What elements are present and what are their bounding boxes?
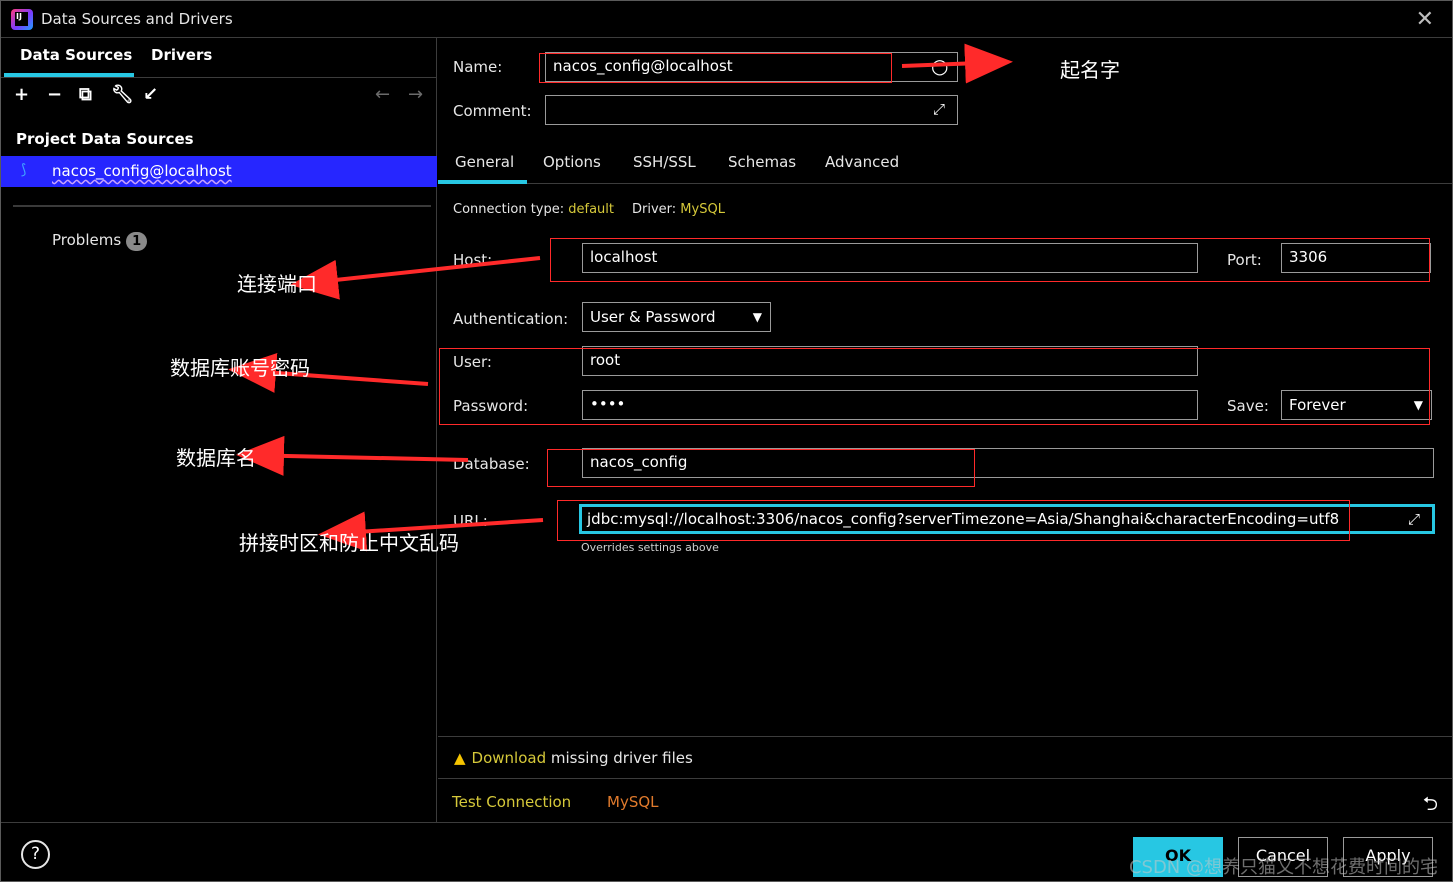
connection-type: Connection type: default [453,202,614,217]
driver-value[interactable]: MySQL [680,202,725,217]
annotation-name: 起名字 [1060,58,1120,82]
database-field[interactable]: nacos_config [582,448,1434,478]
left-toolbar: + − ⧉ 🔧︎ ↙ ← → [1,82,437,112]
chevron-down-icon: ▼ [1413,398,1423,412]
connection-type-label: Connection type: [453,202,565,217]
warning-icon: ▲ [454,749,466,767]
connection-type-value[interactable]: default [568,202,614,217]
app-icon: IJ [11,9,33,30]
divider [13,205,431,207]
datasource-label: nacos_config@localhost [52,162,232,180]
host-label: Host: [453,251,493,269]
url-field[interactable]: jdbc:mysql://localhost:3306/nacos_config… [579,504,1435,534]
password-field[interactable]: •••• [582,390,1198,420]
close-icon[interactable]: ✕ [1416,7,1434,32]
dialog-window: IJ Data Sources and Drivers ✕ Data Sourc… [0,0,1453,882]
back-arrow-icon[interactable]: ← [375,84,390,105]
host-field[interactable]: localhost [582,243,1198,273]
tab-general[interactable]: General [455,153,514,171]
copy-icon[interactable]: ⧉ [79,84,92,105]
tab-drivers[interactable]: Drivers [151,46,212,64]
driver-link[interactable]: MySQL [607,793,659,811]
comment-field[interactable] [545,95,958,125]
annotation-credentials: 数据库账号密码 [170,356,310,380]
save-select[interactable]: Forever ▼ [1281,390,1432,420]
authentication-label: Authentication: [453,310,569,328]
left-panel: Data Sources Drivers + − ⧉ 🔧︎ ↙ ← → Proj… [1,38,437,822]
save-label: Save: [1227,397,1269,415]
window-title: Data Sources and Drivers [41,10,233,28]
circle-icon[interactable]: ○ [931,54,948,78]
settings-tabs: General Options SSH/SSL Schemas Advanced [438,146,1452,184]
authentication-value: User & Password [590,308,716,326]
mysql-icon: ⟆ [21,162,27,178]
problems-badge: 1 [126,232,148,251]
download-text: missing driver files [546,749,693,767]
separator [438,778,1452,779]
revert-icon[interactable]: ⮌ [1423,790,1438,822]
user-label: User: [453,353,492,371]
tab-advanced[interactable]: Advanced [825,153,899,171]
tab-options[interactable]: Options [543,153,601,171]
expand-icon[interactable]: ⤢ [933,100,945,118]
name-field[interactable]: nacos_config@localhost [545,52,958,82]
port-field[interactable]: 3306 [1281,243,1431,273]
annotation-database: 数据库名 [176,446,256,470]
driver-info: Driver: MySQL [632,202,725,217]
save-value: Forever [1289,396,1346,414]
help-icon[interactable]: ? [21,840,50,869]
url-hint: Overrides settings above [581,541,719,554]
problems-item[interactable]: Problems 1 [52,231,148,251]
tab-ssh-ssl[interactable]: SSH/SSL [633,153,696,171]
annotation-port: 连接端口 [237,272,317,296]
footer: ? OK Cancel Apply CSDN @想养只猫又不想花费时间的宅 [1,822,1452,882]
expand-icon[interactable]: ⤢ [1408,510,1420,528]
test-connection-link[interactable]: Test Connection [452,793,571,811]
authentication-select[interactable]: User & Password ▼ [582,302,771,332]
title-bar: IJ Data Sources and Drivers ✕ [1,1,1452,38]
tab-schemas[interactable]: Schemas [728,153,796,171]
port-label: Port: [1227,251,1262,269]
active-tab-indicator [438,180,527,184]
driver-label: Driver: [632,202,677,217]
wrench-icon[interactable]: 🔧︎ [111,84,134,105]
remove-icon[interactable]: − [47,84,62,105]
database-label: Database: [453,455,530,473]
add-icon[interactable]: + [14,84,29,105]
problems-label: Problems [52,231,122,249]
section-title: Project Data Sources [16,130,194,148]
right-panel: Name: nacos_config@localhost ○ Comment: … [438,38,1452,822]
active-tab-indicator [4,73,134,77]
comment-label: Comment: [453,102,532,120]
annotation-url: 拼接时区和防止中文乱码 [239,531,459,555]
name-label: Name: [453,58,503,76]
chevron-down-icon: ▼ [752,310,762,324]
tab-data-sources[interactable]: Data Sources [20,46,132,64]
download-link[interactable]: Download [472,749,547,767]
separator [438,736,1452,737]
left-tabs: Data Sources Drivers [1,38,437,78]
user-field[interactable]: root [582,346,1198,376]
datasource-item[interactable]: ⟆ nacos_config@localhost [1,156,437,187]
password-label: Password: [453,397,529,415]
import-icon[interactable]: ↙ [143,84,158,105]
driver-warning: ▲ Download missing driver files [454,749,693,767]
watermark: CSDN @想养只猫又不想花费时间的宅 [1128,857,1438,878]
forward-arrow-icon[interactable]: → [408,84,423,105]
